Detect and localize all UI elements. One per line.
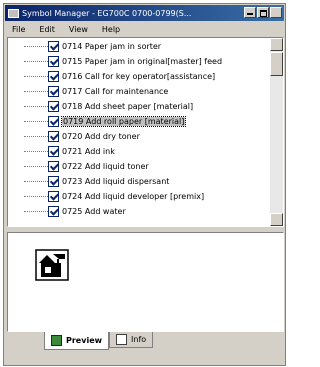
tree-item[interactable]: 0715 Paper jam in original[master] feed	[8, 55, 269, 68]
checkbox-checked-icon[interactable]	[48, 101, 59, 112]
checkbox-checked-icon[interactable]	[48, 206, 59, 217]
tab-preview[interactable]: Preview	[44, 332, 110, 350]
minimize-button[interactable]	[244, 7, 256, 18]
close-button[interactable]	[270, 7, 282, 18]
checkbox-checked-icon[interactable]	[48, 131, 59, 142]
info-icon	[116, 334, 128, 345]
tree-item-label: 0721 Add ink	[62, 147, 115, 156]
maximize-button[interactable]	[257, 7, 269, 18]
app-window: Symbol Manager - EG700C 0700-0799(S... F…	[3, 3, 286, 366]
tree-item[interactable]: 0722 Add liquid toner	[8, 160, 269, 173]
app-icon	[8, 8, 19, 18]
tree-item[interactable]: 0724 Add liquid developer [premix]	[8, 190, 269, 203]
tab-info[interactable]: Info	[109, 332, 154, 348]
tree-connector	[24, 45, 48, 48]
tree-connector	[24, 135, 48, 138]
add-roll-paper-symbol-icon	[35, 249, 69, 281]
tree-connector	[24, 195, 48, 198]
checkbox-checked-icon[interactable]	[48, 71, 59, 82]
title-bar[interactable]: Symbol Manager - EG700C 0700-0799(S...	[5, 5, 284, 21]
checkbox-checked-icon[interactable]	[48, 56, 59, 67]
preview-tabs: Preview Info	[44, 332, 154, 350]
tree-item-label: 0715 Paper jam in original[master] feed	[62, 57, 223, 66]
tree-item-label: 0718 Add sheet paper [material]	[62, 102, 194, 111]
scroll-down-arrow[interactable]	[270, 213, 283, 226]
checkbox-checked-icon[interactable]	[48, 146, 59, 157]
tree-item[interactable]: 0718 Add sheet paper [material]	[8, 100, 269, 113]
tree-item[interactable]: 0717 Call for maintenance	[8, 85, 269, 98]
tab-preview-label: Preview	[66, 336, 103, 345]
checkbox-checked-icon[interactable]	[48, 41, 59, 52]
tree-item-label: 0719 Add roll paper [material]	[60, 116, 187, 127]
tree-item-label: 0720 Add dry toner	[62, 132, 140, 141]
scroll-up-arrow[interactable]	[270, 38, 283, 51]
tree-item[interactable]: 0714 Paper jam in sorter	[8, 40, 269, 53]
tree-item[interactable]: 0721 Add ink	[8, 145, 269, 158]
window-title: Symbol Manager - EG700C 0700-0799(S...	[22, 8, 192, 18]
tree-item-label: 0714 Paper jam in sorter	[62, 42, 162, 51]
tree-connector	[24, 180, 48, 183]
preview-icon	[51, 335, 62, 346]
menu-view[interactable]: View	[62, 25, 95, 34]
tree-connector	[24, 210, 48, 213]
tree-item[interactable]: 0719 Add roll paper [material]	[8, 115, 269, 128]
tree-item-label: 0716 Call for key operator[assistance]	[62, 72, 216, 81]
tree-item-label: 0722 Add liquid toner	[62, 162, 149, 171]
tree-item-label: 0717 Call for maintenance	[62, 87, 169, 96]
symbol-tree[interactable]: 0714 Paper jam in sorter 0715 Paper jam i…	[7, 37, 284, 227]
tree-connector	[24, 165, 48, 168]
tree-connector	[24, 90, 48, 93]
checkbox-checked-icon[interactable]	[48, 176, 59, 187]
tree-connector	[24, 150, 48, 153]
tree-item-label: 0724 Add liquid developer [premix]	[62, 192, 205, 201]
tree-item[interactable]: 0716 Call for key operator[assistance]	[8, 70, 269, 83]
tree-connector	[24, 105, 48, 108]
menu-edit[interactable]: Edit	[32, 25, 62, 34]
scroll-thumb[interactable]	[270, 52, 283, 76]
menu-file[interactable]: File	[5, 25, 32, 34]
tree-item-label: 0725 Add water	[62, 207, 126, 216]
checkbox-checked-icon[interactable]	[48, 161, 59, 172]
checkbox-checked-icon[interactable]	[48, 116, 59, 127]
menu-bar: File Edit View Help	[5, 22, 284, 36]
menu-help[interactable]: Help	[95, 25, 127, 34]
checkbox-checked-icon[interactable]	[48, 86, 59, 97]
preview-pane	[7, 232, 284, 332]
tree-connector	[24, 75, 48, 78]
tree-connector	[24, 120, 48, 123]
vertical-scrollbar[interactable]	[270, 38, 283, 226]
checkbox-checked-icon[interactable]	[48, 191, 59, 202]
tree-item[interactable]: 0723 Add liquid dispersant	[8, 175, 269, 188]
tree-item[interactable]: 0725 Add water	[8, 205, 269, 218]
tree-connector	[24, 60, 48, 63]
tree-item-label: 0723 Add liquid dispersant	[62, 177, 170, 186]
tree-item[interactable]: 0720 Add dry toner	[8, 130, 269, 143]
tab-info-label: Info	[131, 335, 147, 344]
